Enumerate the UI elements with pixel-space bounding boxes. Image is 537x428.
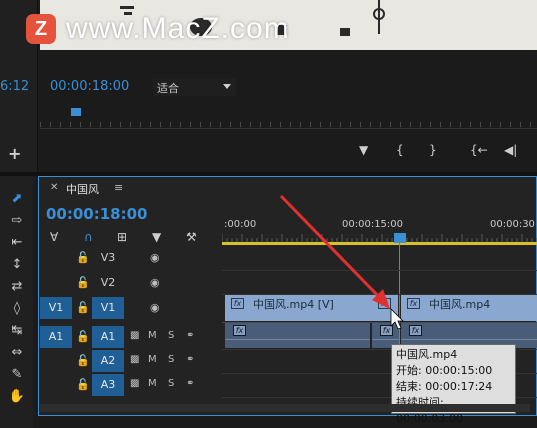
tooltip-start: 开始: 00:00:15:00 bbox=[396, 364, 493, 377]
mouse-cursor-icon bbox=[390, 308, 404, 330]
tooltip-end: 结束: 00:00:17:24 bbox=[396, 380, 493, 393]
tooltip-clip-name: 中国风.mp4 bbox=[396, 348, 458, 361]
timeline-scrollbar[interactable] bbox=[40, 404, 530, 412]
red-arrow bbox=[279, 194, 386, 304]
